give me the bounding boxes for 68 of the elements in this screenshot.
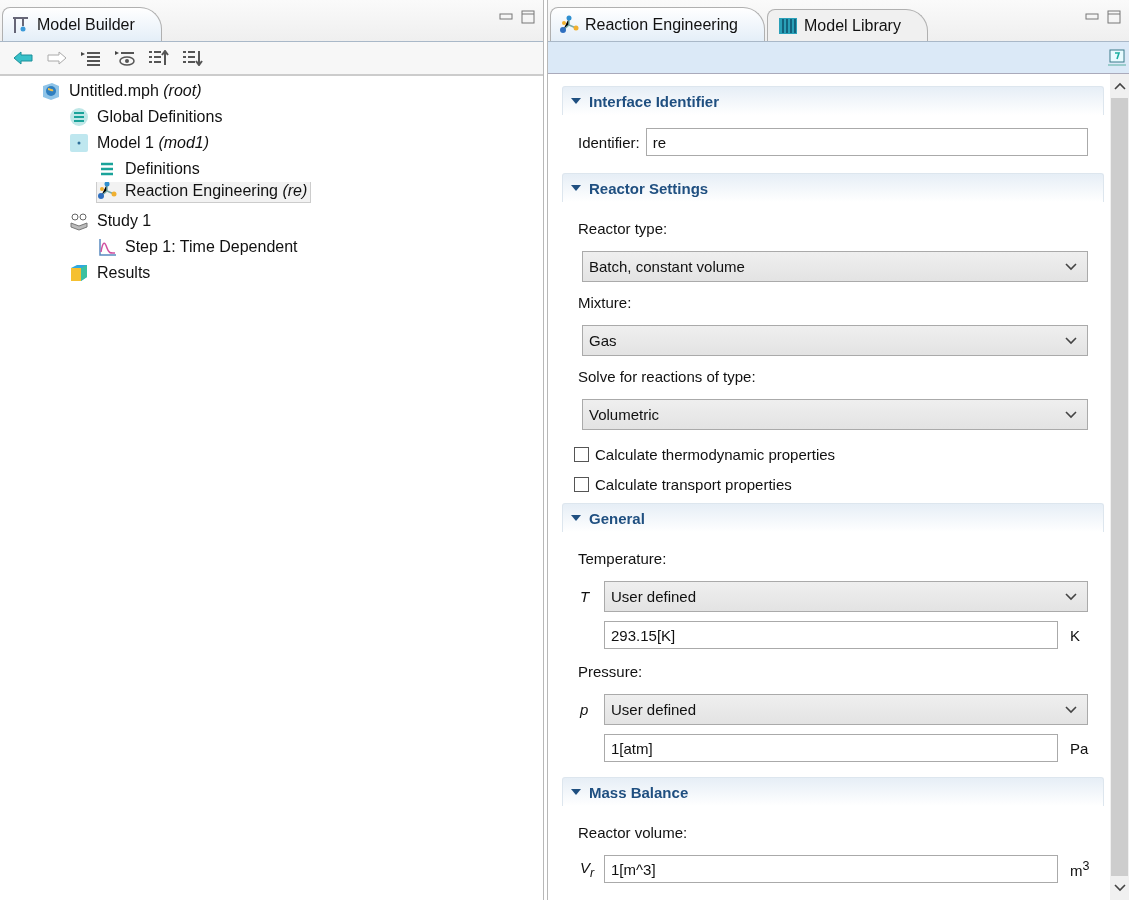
unit-label: m$^{3}$ xyxy=(1069,859,1088,879)
dropdown[interactable]: Batch, constant volume xyxy=(582,251,1088,282)
sort-down-icon[interactable] xyxy=(182,50,204,66)
unit-label: K xyxy=(1069,626,1081,644)
symbol-label: T xyxy=(579,588,591,605)
help-icon[interactable] xyxy=(1107,47,1127,68)
dropdown[interactable]: User defined xyxy=(604,581,1088,612)
input-field[interactable]: 1[atm] xyxy=(604,734,1058,762)
field-label: Temperature: xyxy=(578,549,667,567)
panel-tab[interactable]: Model Builder xyxy=(2,7,162,41)
scrollbar[interactable] xyxy=(1110,74,1129,900)
model-icon xyxy=(69,133,89,153)
list-icon[interactable] xyxy=(80,50,102,66)
tree-item[interactable]: Results xyxy=(68,261,155,285)
panel-tab[interactable]: Model Library xyxy=(767,9,928,41)
field-label: Reactor volume: xyxy=(578,823,688,841)
unit-label: Pa xyxy=(1069,739,1088,757)
globe-cube-icon xyxy=(41,81,61,101)
tree-item[interactable]: Definitions xyxy=(96,157,204,181)
list-icon xyxy=(69,107,89,127)
dropdown[interactable]: Volumetric xyxy=(582,399,1088,430)
tree-item[interactable]: Step 1: Time Dependent xyxy=(96,235,302,259)
field-label: Solve for reactions of type: xyxy=(578,367,756,385)
field-label: Mixture: xyxy=(578,293,632,311)
field-label: Identifier: xyxy=(578,133,640,151)
forward-arrow-icon[interactable] xyxy=(46,50,68,66)
field-label: Reactor type: xyxy=(578,219,668,237)
scroll-down-icon[interactable] xyxy=(1113,884,1126,892)
tree-item[interactable]: Study 1 xyxy=(68,209,156,233)
input-field[interactable]: 293.15[K] xyxy=(604,621,1058,649)
back-arrow-icon[interactable] xyxy=(12,50,34,66)
molecule-icon xyxy=(97,182,117,201)
checkbox[interactable]: Calculate thermodynamic properties xyxy=(574,439,1088,469)
tree-item[interactable]: Global Definitions xyxy=(68,105,227,129)
chevron-down-icon xyxy=(1065,336,1077,345)
panel-tab[interactable]: Reaction Engineering xyxy=(550,7,765,41)
glasses-book-icon xyxy=(69,211,89,231)
symbol-label: p xyxy=(578,701,590,718)
section-header[interactable]: Mass Balance xyxy=(562,777,1104,806)
minimize-icon[interactable] xyxy=(499,13,513,21)
section-header[interactable]: Reactor Settings xyxy=(562,173,1104,202)
input-field[interactable]: 1[m^3] xyxy=(604,855,1058,883)
input-field[interactable]: re xyxy=(645,128,1088,156)
minimize-icon[interactable] xyxy=(1085,13,1099,21)
symbol-label: V$_{r}$ xyxy=(579,858,596,880)
chevron-down-icon xyxy=(1065,592,1077,601)
chevron-down-icon xyxy=(1065,262,1077,271)
tree-item[interactable]: Reaction Engineering (re) xyxy=(96,182,312,203)
chevron-down-icon xyxy=(1065,705,1077,714)
dropdown[interactable]: User defined xyxy=(604,694,1088,725)
section-header[interactable]: General xyxy=(562,503,1104,532)
builder-icon xyxy=(11,14,31,35)
tree-item[interactable]: Untitled.mph (root) xyxy=(40,79,206,103)
checkbox[interactable]: Calculate transport properties xyxy=(574,469,1088,499)
scroll-up-icon[interactable] xyxy=(1113,82,1126,90)
library-icon xyxy=(778,15,798,36)
tree-item[interactable]: Model 1 (mod1) xyxy=(68,131,214,155)
maximize-icon[interactable] xyxy=(1107,10,1121,24)
section-header[interactable]: Interface Identifier xyxy=(562,86,1104,115)
cube-icon xyxy=(69,263,89,283)
field-label: Pressure: xyxy=(578,662,643,680)
dropdown[interactable]: Gas xyxy=(582,325,1088,356)
sort-up-icon[interactable] xyxy=(148,50,170,66)
maximize-icon[interactable] xyxy=(521,10,535,24)
eye-list-icon[interactable] xyxy=(114,50,136,66)
graph-icon xyxy=(97,237,117,257)
molecule-icon xyxy=(559,14,579,35)
chevron-down-icon xyxy=(1065,410,1077,419)
